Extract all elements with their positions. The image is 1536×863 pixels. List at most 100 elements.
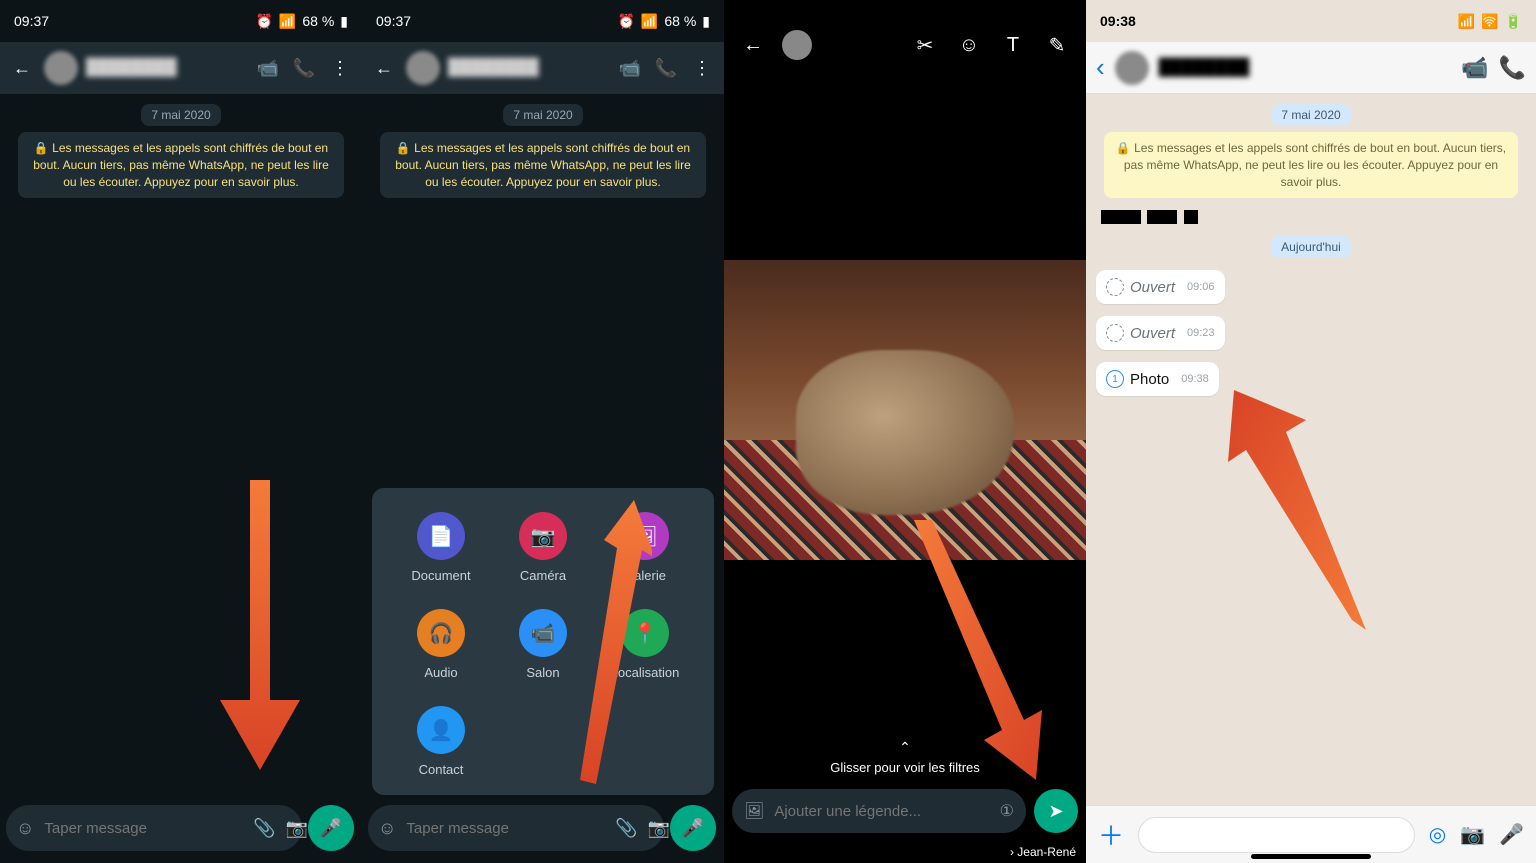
attach-camera[interactable]: 📷 Caméra (492, 512, 594, 583)
panel-android-chat: 09:37 ⏰ 📶 68 % ▮ ← ████████ 📹 📞 ⋮ 7 mai … (0, 0, 362, 863)
chat-header: ← ████████ 📹 📞 ⋮ (0, 42, 362, 94)
caption-bar: 🖼 ① (732, 789, 1026, 833)
room-icon: 📹 (519, 609, 567, 657)
date-chip: 7 mai 2020 (503, 104, 582, 126)
editor-toolbar: ← ✂ ☺ T ✎ (724, 0, 1086, 90)
status-bar: 09:37 ⏰ 📶 68 % ▮ (362, 0, 724, 42)
attach-sheet: 📄 Document 📷 Caméra 🖼 Galerie 🎧 Audio 📹 … (372, 488, 714, 795)
sticker-icon[interactable]: ☺ (954, 34, 984, 57)
mic-button[interactable]: 🎤 (308, 805, 354, 851)
encryption-notice[interactable]: 🔒 Les messages et les appels sont chiffr… (1104, 132, 1518, 198)
back-icon[interactable]: ← (738, 34, 768, 57)
more-icon[interactable]: ⋮ (326, 58, 354, 79)
status-time: 09:37 (376, 13, 411, 29)
message-ouvert-2[interactable]: Ouvert 09:23 (1096, 316, 1225, 350)
alarm-icon: ⏰ (617, 13, 634, 30)
emoji-icon[interactable]: ☺ (378, 818, 396, 839)
signal-icon: 📶 (1458, 13, 1475, 30)
photo-subject (796, 350, 1013, 515)
attach-audio[interactable]: 🎧 Audio (390, 609, 492, 680)
avatar[interactable] (44, 51, 78, 85)
msg-label: Ouvert (1130, 325, 1175, 342)
view-once-icon (1106, 324, 1124, 342)
status-right: ⏰ 📶 68 % ▮ (617, 13, 710, 30)
filters-label: Glisser pour voir les filtres (830, 760, 980, 775)
battery-icon: ▮ (340, 13, 348, 30)
text-icon[interactable]: T (998, 34, 1028, 57)
contact-name[interactable]: ████████ (1159, 59, 1452, 77)
contact-name[interactable]: ████████ (86, 59, 246, 77)
filters-hint[interactable]: ⌃ Glisser pour voir les filtres (724, 739, 1086, 775)
audio-icon: 🎧 (417, 609, 465, 657)
video-call-icon[interactable]: 📹 (254, 58, 282, 79)
attach-location[interactable]: 📍 Localisation (594, 609, 696, 680)
send-button[interactable]: ➤ (1034, 789, 1078, 833)
message-ouvert-1[interactable]: Ouvert 09:06 (1096, 270, 1225, 304)
message-input[interactable] (406, 820, 605, 837)
view-once-icon[interactable]: ① (1000, 801, 1014, 821)
more-icon[interactable]: ⋮ (688, 58, 716, 79)
recipient-chip[interactable]: › Jean-René (1010, 845, 1076, 859)
status-right: ⏰ 📶 68 % ▮ (255, 13, 348, 30)
message-input[interactable] (1138, 817, 1415, 853)
caption-input[interactable] (774, 803, 989, 820)
label: Caméra (520, 568, 566, 583)
camera-icon[interactable]: 📷 (286, 818, 308, 839)
panel-ios-chat: 09:38 📶 🛜 🔋 ‹ ████████ 📹 📞 7 mai 2020 🔒 … (1086, 0, 1536, 863)
msg-label: Ouvert (1130, 279, 1175, 296)
back-icon[interactable]: ‹ (1096, 52, 1105, 83)
add-photo-icon[interactable]: 🖼 (744, 801, 764, 821)
chat-header: ‹ ████████ 📹 📞 (1086, 42, 1536, 94)
chat-body: 7 mai 2020 🔒 Les messages et les appels … (0, 94, 362, 789)
attach-gallery[interactable]: 🖼 Galerie (594, 512, 696, 583)
message-input-bar: ☺ 📎 📷 (6, 805, 302, 851)
chevron-up-icon: ⌃ (724, 739, 1086, 756)
voice-call-icon[interactable]: 📞 (1499, 55, 1526, 81)
camera-icon: 📷 (519, 512, 567, 560)
label: Document (411, 568, 470, 583)
camera-icon[interactable]: 📷 (1460, 822, 1485, 847)
date-chip: 7 mai 2020 (1271, 104, 1350, 126)
msg-time: 09:23 (1187, 327, 1215, 339)
contact-name[interactable]: ████████ (448, 59, 608, 77)
message-input[interactable] (44, 820, 243, 837)
battery-text: 68 % (664, 13, 696, 29)
signal-icon: 📶 (641, 13, 658, 30)
attach-room[interactable]: 📹 Salon (492, 609, 594, 680)
message-photo[interactable]: 1 Photo 09:38 (1096, 362, 1219, 396)
avatar[interactable] (406, 51, 440, 85)
photo-preview[interactable] (724, 260, 1086, 560)
status-time: 09:37 (14, 13, 49, 29)
msg-time: 09:38 (1181, 373, 1209, 385)
attach-document[interactable]: 📄 Document (390, 512, 492, 583)
label: Audio (424, 665, 457, 680)
date-chip: 7 mai 2020 (141, 104, 220, 126)
battery-text: 68 % (302, 13, 334, 29)
draw-icon[interactable]: ✎ (1042, 33, 1072, 58)
message-input-bar: ☺ 📎 📷 (368, 805, 664, 851)
emoji-icon[interactable]: ☺ (16, 818, 34, 839)
encryption-notice[interactable]: 🔒 Les messages et les appels sont chiffr… (380, 132, 706, 198)
panel-android-attach: 09:37 ⏰ 📶 68 % ▮ ← ████████ 📹 📞 ⋮ 7 mai … (362, 0, 724, 863)
crop-icon[interactable]: ✂ (910, 33, 940, 58)
back-icon[interactable]: ← (370, 58, 398, 79)
mic-icon[interactable]: 🎤 (1499, 822, 1524, 847)
sticker-icon[interactable]: ◎ (1429, 822, 1446, 847)
video-call-icon[interactable]: 📹 (1461, 55, 1488, 81)
encryption-notice[interactable]: 🔒 Les messages et les appels sont chiffr… (18, 132, 344, 198)
back-icon[interactable]: ← (8, 58, 36, 79)
document-icon: 📄 (417, 512, 465, 560)
voice-call-icon[interactable]: 📞 (652, 58, 680, 79)
avatar[interactable] (1115, 51, 1149, 85)
mic-button[interactable]: 🎤 (670, 805, 716, 851)
camera-icon[interactable]: 📷 (648, 818, 670, 839)
attach-icon[interactable]: 📎 (615, 818, 637, 839)
add-icon[interactable]: ＋ (1098, 816, 1124, 853)
attach-contact[interactable]: 👤 Contact (390, 706, 492, 777)
msg-label: Photo (1130, 371, 1169, 388)
gallery-icon: 🖼 (621, 512, 669, 560)
video-call-icon[interactable]: 📹 (616, 58, 644, 79)
attach-icon[interactable]: 📎 (253, 818, 275, 839)
voice-call-icon[interactable]: 📞 (290, 58, 318, 79)
label: Localisation (611, 665, 680, 680)
